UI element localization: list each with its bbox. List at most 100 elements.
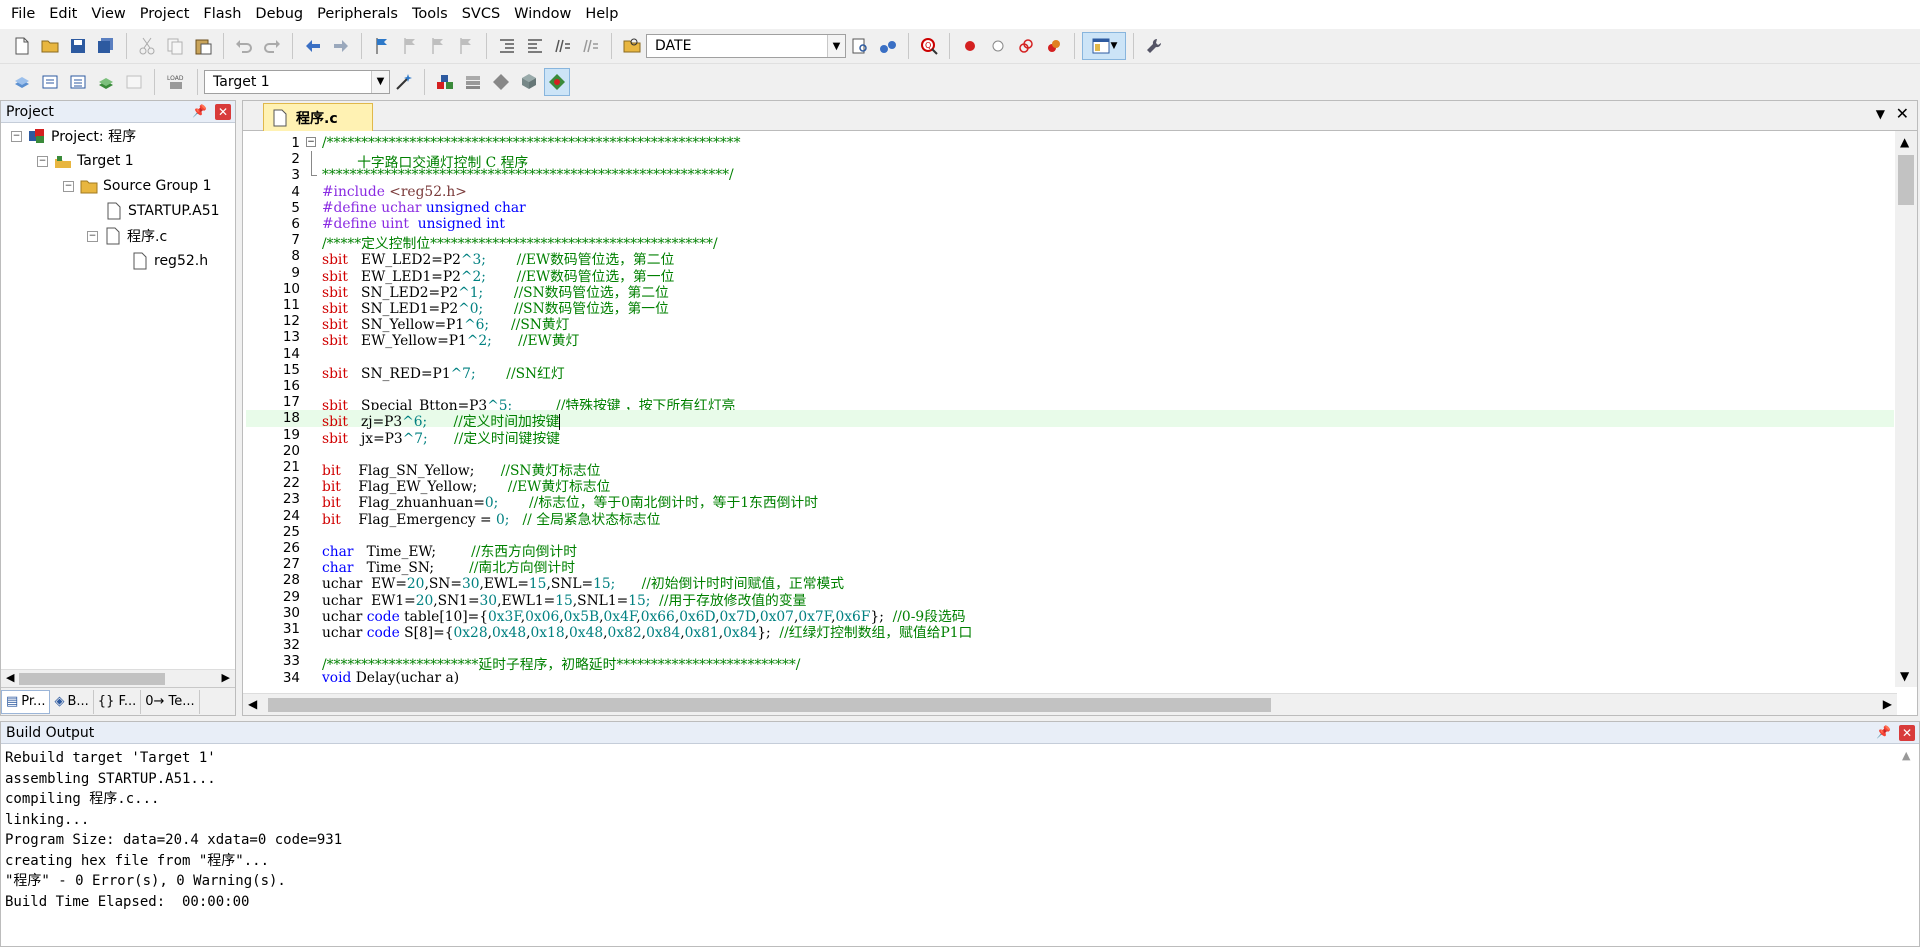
tab-functions[interactable]: {} F... xyxy=(94,689,142,714)
unindent-button[interactable] xyxy=(522,32,548,60)
undo-button[interactable] xyxy=(231,32,257,60)
run-time-env-button[interactable] xyxy=(544,67,570,96)
rebuild-button[interactable] xyxy=(65,68,91,96)
close-icon[interactable]: ✕ xyxy=(215,104,231,120)
menu-peripherals[interactable]: Peripherals xyxy=(310,0,405,29)
code-line[interactable]: 34 void Delay(uchar a) xyxy=(246,670,1894,686)
download-button[interactable]: LOAD xyxy=(162,68,190,96)
configure-button[interactable] xyxy=(1141,32,1167,60)
open-file-button[interactable] xyxy=(37,32,63,60)
find-button[interactable] xyxy=(847,32,873,60)
code-line[interactable]: 1−/*************************************… xyxy=(246,135,1894,151)
window-layout-button[interactable]: ▼ xyxy=(1082,32,1126,60)
code-line[interactable]: 11 sbit SN_LED1=P2^0; //SN数码管位选，第一位 xyxy=(246,297,1894,317)
code-line[interactable]: 9 sbit EW_LED1=P2^2; //EW数码管位选，第一位 xyxy=(246,265,1894,285)
scroll-right-icon[interactable]: ▶ xyxy=(1883,697,1892,711)
code-line[interactable]: 13 sbit EW_Yellow=P1^2; //EW黄灯 xyxy=(246,329,1894,349)
tree-node-target[interactable]: − Target 1 xyxy=(37,150,134,172)
navigate-back-button[interactable] xyxy=(300,32,326,60)
scroll-left-icon[interactable]: ◀ xyxy=(248,697,257,711)
code-line[interactable]: 30 uchar code table[10]={0x3F,0x06,0x5B,0… xyxy=(246,605,1894,625)
code-line[interactable]: 32 xyxy=(246,637,1894,653)
close-icon[interactable]: ✕ xyxy=(1899,725,1915,741)
incremental-find-button[interactable] xyxy=(875,32,901,60)
pin-icon[interactable]: 📌 xyxy=(192,104,207,118)
kill-breakpoints-button[interactable] xyxy=(1041,32,1067,60)
code-line[interactable]: 28 uchar EW=20,SN=30,EWL=15,SNL=15; //初始倒… xyxy=(246,572,1894,592)
scroll-down-icon[interactable]: ▼ xyxy=(1900,669,1909,683)
find-in-files-button[interactable] xyxy=(619,32,645,60)
save-all-button[interactable] xyxy=(93,32,119,60)
editor-horizontal-scrollbar[interactable]: ◀ ▶ xyxy=(243,693,1897,715)
code-line[interactable]: 4 #include <reg52.h> xyxy=(246,184,1894,200)
scroll-thumb[interactable] xyxy=(1898,155,1914,205)
code-line[interactable]: 33/**********************延时子程序，初略延时*****… xyxy=(246,653,1894,673)
scroll-up-icon[interactable]: ▲ xyxy=(1900,135,1909,149)
new-file-button[interactable] xyxy=(9,32,35,60)
code-line[interactable]: 22 bit Flag_EW_Yellow; //EW黄灯标志位 xyxy=(246,475,1894,495)
menu-svcs[interactable]: SVCS xyxy=(455,0,507,29)
target-options-button[interactable] xyxy=(391,68,417,96)
code-line[interactable]: 23 bit Flag_zhuanhuan=0; //标志位，等于0南北倒计时，等… xyxy=(246,491,1894,511)
scroll-right-icon[interactable]: ▶ xyxy=(222,671,230,684)
code-line[interactable]: 6 #define uint unsigned int xyxy=(246,216,1894,232)
target-combo[interactable]: Target 1 ▼ xyxy=(204,69,390,94)
code-line[interactable]: 8 sbit EW_LED2=P2^3; //EW数码管位选，第二位 xyxy=(246,248,1894,268)
find-combo[interactable]: DATE ▼ xyxy=(646,34,846,58)
scroll-thumb[interactable] xyxy=(19,673,165,685)
code-line[interactable]: 17 sbit Special_Btton=P3^5; //特殊按键 ，按下所有红… xyxy=(246,394,1894,414)
menu-tools[interactable]: Tools xyxy=(405,0,455,29)
menu-file[interactable]: File xyxy=(4,0,42,29)
menu-debug[interactable]: Debug xyxy=(248,0,310,29)
indent-button[interactable] xyxy=(494,32,520,60)
prev-bookmark-button[interactable] xyxy=(397,32,423,60)
code-line-current[interactable]: 18 sbit zj=P3^6; //定义时间加按键 xyxy=(246,410,1894,431)
menu-project[interactable]: Project xyxy=(133,0,197,29)
menu-view[interactable]: View xyxy=(84,0,132,29)
navigate-forward-button[interactable] xyxy=(328,32,354,60)
build-output-scrollbar[interactable]: ▲ xyxy=(1897,745,1919,946)
next-bookmark-button[interactable] xyxy=(425,32,451,60)
enable-breakpoint-button[interactable] xyxy=(985,32,1011,60)
tree-node-startup[interactable]: STARTUP.A51 xyxy=(105,200,220,222)
pack-installer-button[interactable] xyxy=(516,68,542,96)
insert-breakpoint-button[interactable] xyxy=(957,32,983,60)
code-line[interactable]: 3 ***************************************… xyxy=(246,167,1894,183)
project-horizontal-scrollbar[interactable]: ◀ ▶ xyxy=(1,669,235,687)
stop-build-button[interactable] xyxy=(121,68,147,96)
chevron-down-icon[interactable]: ▼ xyxy=(827,35,845,57)
copy-button[interactable] xyxy=(162,32,188,60)
code-line[interactable]: 27 char Time_SN; //南北方向倒计时 xyxy=(246,556,1894,576)
code-line[interactable]: 19 sbit jx=P3^7; //定义时间键按键 xyxy=(246,427,1894,447)
chevron-down-icon[interactable]: ▼ xyxy=(371,70,389,93)
tree-node-main-c[interactable]: − 程序.c xyxy=(87,225,167,247)
fold-minus-icon[interactable]: − xyxy=(302,135,320,151)
save-button[interactable] xyxy=(65,32,91,60)
paste-button[interactable] xyxy=(190,32,216,60)
collapse-icon[interactable]: − xyxy=(87,230,98,242)
tab-list-dropdown-icon[interactable]: ▼ xyxy=(1876,107,1885,121)
code-line[interactable]: 25 xyxy=(246,524,1894,540)
tab-main-c[interactable]: 程序.c xyxy=(263,103,373,131)
insert-bookmark-button[interactable] xyxy=(369,32,395,60)
tab-books[interactable]: ◈ B... xyxy=(50,689,94,714)
code-line[interactable]: 21 bit Flag_SN_Yellow; //SN黄灯标志位 xyxy=(246,459,1894,479)
uncomment-button[interactable] xyxy=(578,32,604,60)
code-editor[interactable]: 1−/*************************************… xyxy=(246,135,1894,687)
menu-edit[interactable]: Edit xyxy=(42,0,84,29)
code-line[interactable]: 14 xyxy=(246,346,1894,362)
tree-node-reg52[interactable]: reg52.h xyxy=(131,250,208,272)
select-packs-button[interactable] xyxy=(488,68,514,96)
code-line[interactable]: 26 char Time_EW; //东西方向倒计时 xyxy=(246,540,1894,560)
batch-build-button[interactable] xyxy=(93,68,119,96)
code-line[interactable]: 29 uchar EW1=20,SN1=30,EWL1=15,SNL1=15; /… xyxy=(246,589,1894,609)
collapse-icon[interactable]: − xyxy=(63,180,74,192)
code-line[interactable]: 24 bit Flag_Emergency = 0; // 全局紧急状态标志位 xyxy=(246,508,1894,528)
collapse-icon[interactable]: − xyxy=(11,130,22,142)
collapse-icon[interactable]: − xyxy=(37,155,48,167)
code-line[interactable]: 5 #define uchar unsigned char xyxy=(246,200,1894,216)
disable-breakpoints-button[interactable] xyxy=(1013,32,1039,60)
redo-button[interactable] xyxy=(259,32,285,60)
scroll-left-icon[interactable]: ◀ xyxy=(6,671,14,684)
clear-bookmarks-button[interactable] xyxy=(453,32,479,60)
